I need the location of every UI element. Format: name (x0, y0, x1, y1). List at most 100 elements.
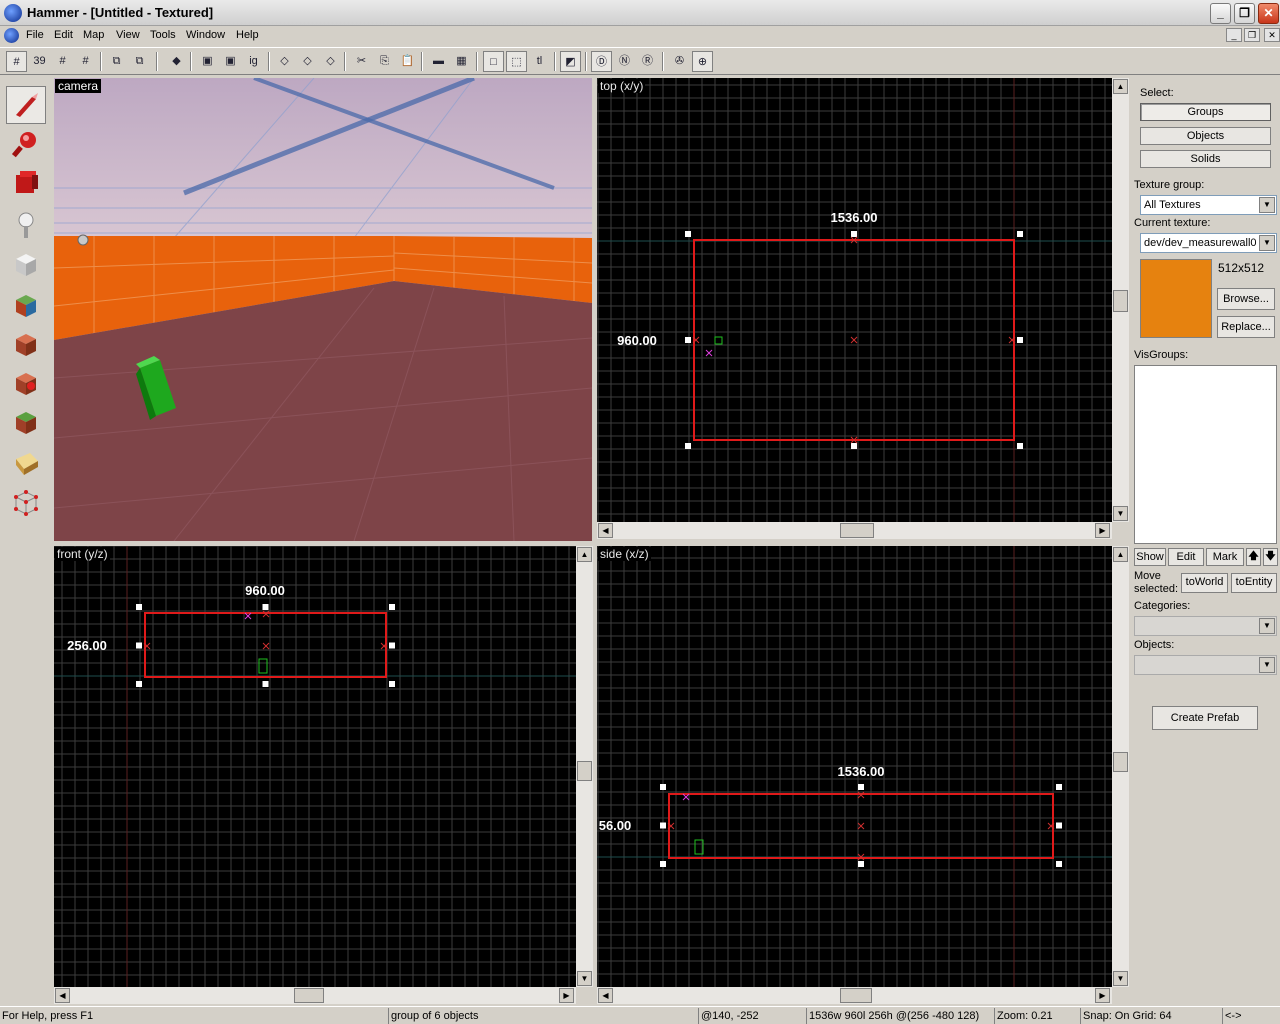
side-hscrollbar[interactable]: ◀ ▶ (597, 987, 1112, 1004)
menu-map[interactable]: Map (83, 29, 104, 41)
top-viewport[interactable]: 1536.00 960.00 top (x/y) (597, 78, 1112, 522)
scroll-thumb[interactable] (1113, 290, 1128, 312)
ignore-groups-icon[interactable]: ig (243, 51, 264, 72)
copy-icon[interactable]: ⎘ (374, 51, 395, 72)
to-world-button[interactable]: toWorld (1181, 573, 1228, 593)
clipping-tool-icon[interactable] (6, 444, 46, 482)
create-prefab-button[interactable]: Create Prefab (1152, 706, 1258, 730)
side-viewport[interactable]: 1536.00 56.00 side (x/z) (597, 546, 1112, 987)
hide-selection-icon[interactable]: ▬ (428, 51, 449, 72)
texture-group-select[interactable]: All Textures ▼ (1140, 195, 1277, 215)
grid-smaller-icon[interactable]: # (52, 51, 73, 72)
apply-texture-tool-icon[interactable] (6, 325, 46, 363)
scroll-down-icon[interactable]: ▼ (1113, 971, 1128, 986)
replace-button[interactable]: Replace... (1217, 316, 1275, 338)
menu-file[interactable]: File (26, 29, 44, 41)
texture-scale-lock-icon[interactable]: ▣ (220, 51, 241, 72)
toggle-helpers-icon[interactable]: Ⓝ (614, 51, 635, 72)
menu-edit[interactable]: Edit (54, 29, 73, 41)
mdi-minimize-button[interactable]: _ (1226, 28, 1242, 42)
groups-button[interactable]: Groups (1140, 103, 1271, 121)
close-button[interactable]: ✕ (1258, 3, 1279, 24)
scroll-left-icon[interactable]: ◀ (55, 988, 70, 1003)
menu-tools[interactable]: Tools (150, 29, 176, 41)
scroll-thumb[interactable] (294, 988, 324, 1003)
magnify-tool-icon[interactable] (6, 125, 46, 163)
toggle-texture-tool-icon[interactable] (6, 286, 46, 324)
current-texture-select[interactable]: dev/dev_measurewall0 ▼ (1140, 233, 1277, 253)
maximize-button[interactable]: ❐ (1234, 3, 1255, 24)
scroll-down-icon[interactable]: ▼ (1113, 506, 1128, 521)
camera-tool-icon[interactable] (6, 164, 46, 202)
document-icon[interactable] (4, 28, 19, 43)
paste-icon[interactable]: 📋 (397, 51, 418, 72)
entity-tool-icon[interactable] (6, 206, 46, 244)
scroll-thumb[interactable] (840, 523, 874, 538)
front-hscrollbar[interactable]: ◀ ▶ (54, 987, 576, 1004)
scroll-thumb[interactable] (1113, 752, 1128, 772)
flip-texture-icon[interactable]: ◩ (560, 51, 581, 72)
dropdown-arrow-icon[interactable]: ▼ (1259, 235, 1275, 251)
grid-larger-icon[interactable]: # (75, 51, 96, 72)
scroll-right-icon[interactable]: ▶ (1095, 523, 1110, 538)
scroll-up-icon[interactable]: ▲ (1113, 79, 1128, 94)
scroll-up-icon[interactable]: ▲ (577, 547, 592, 562)
tie-to-entity-icon[interactable]: ◆ (166, 51, 187, 72)
categories-select[interactable]: ▼ (1134, 616, 1277, 636)
overlay-tool-icon[interactable] (6, 403, 46, 441)
hammer-app-icon[interactable] (4, 4, 22, 22)
side-vscrollbar[interactable]: ▲ ▼ (1112, 546, 1129, 987)
scroll-left-icon[interactable]: ◀ (598, 523, 613, 538)
dropdown-arrow-icon[interactable]: ▼ (1259, 657, 1275, 673)
select-by-handles-icon[interactable]: ⬚ (506, 51, 527, 72)
objects-button[interactable]: Objects (1140, 127, 1271, 145)
visgroups-list[interactable] (1134, 365, 1277, 544)
vertex-tool-icon[interactable] (6, 483, 46, 521)
texture-lock-tl-icon[interactable]: tl (529, 51, 550, 72)
texture-preview[interactable] (1140, 259, 1212, 338)
group-icon[interactable]: ⧉ (106, 51, 127, 72)
mdi-close-button[interactable]: ✕ (1264, 28, 1280, 42)
scroll-thumb[interactable] (577, 761, 592, 781)
selection-box-icon[interactable]: □ (483, 51, 504, 72)
ungroup-icon[interactable]: ⧉ (129, 51, 150, 72)
solids-button[interactable]: Solids (1140, 150, 1271, 168)
menu-help[interactable]: Help (236, 29, 259, 41)
move-down-icon[interactable]: 🡇 (1263, 548, 1278, 566)
move-up-icon[interactable]: 🡅 (1246, 548, 1261, 566)
texture-lock-icon[interactable]: ▣ (197, 51, 218, 72)
minimize-button[interactable]: _ (1210, 3, 1231, 24)
dropdown-arrow-icon[interactable]: ▼ (1259, 618, 1275, 634)
mark-visgroup-button[interactable]: Mark (1206, 548, 1244, 566)
scroll-thumb[interactable] (840, 988, 872, 1003)
top-hscrollbar[interactable]: ◀ ▶ (597, 522, 1112, 539)
front-viewport[interactable]: 960.00 256.00 front (y/z) (54, 546, 576, 987)
show-all-icon[interactable]: ▦ (451, 51, 472, 72)
browse-button[interactable]: Browse... (1217, 288, 1275, 310)
hollow-icon[interactable]: ◇ (297, 51, 318, 72)
show-visgroup-button[interactable]: Show (1134, 548, 1166, 566)
block-tool-icon[interactable] (6, 245, 46, 283)
scroll-down-icon[interactable]: ▼ (577, 971, 592, 986)
scroll-right-icon[interactable]: ▶ (559, 988, 574, 1003)
to-entity-button[interactable]: toEntity (1231, 573, 1277, 593)
make-solid-icon[interactable]: ◇ (320, 51, 341, 72)
front-vscrollbar[interactable]: ▲ ▼ (576, 546, 593, 987)
edit-visgroup-button[interactable]: Edit (1168, 548, 1204, 566)
toggle-model-icon[interactable]: Ⓓ (591, 51, 612, 72)
apply-decal-tool-icon[interactable] (6, 364, 46, 402)
grid-3d-icon[interactable]: 39 (29, 51, 50, 72)
scroll-up-icon[interactable]: ▲ (1113, 547, 1128, 562)
dropdown-arrow-icon[interactable]: ▼ (1259, 197, 1275, 213)
selection-tool-icon[interactable] (6, 86, 46, 124)
run-map-icon[interactable]: ✇ (669, 51, 690, 72)
top-vscrollbar[interactable]: ▲ ▼ (1112, 78, 1129, 522)
menu-view[interactable]: View (116, 29, 140, 41)
carve-icon[interactable]: ◇ (274, 51, 295, 72)
compile-icon[interactable]: ⊕ (692, 51, 713, 72)
toggle-detail-icon[interactable]: Ⓡ (637, 51, 658, 72)
cut-icon[interactable]: ✂ (351, 51, 372, 72)
scroll-left-icon[interactable]: ◀ (598, 988, 613, 1003)
mdi-restore-button[interactable]: ❐ (1244, 28, 1260, 42)
menu-window[interactable]: Window (186, 29, 225, 41)
